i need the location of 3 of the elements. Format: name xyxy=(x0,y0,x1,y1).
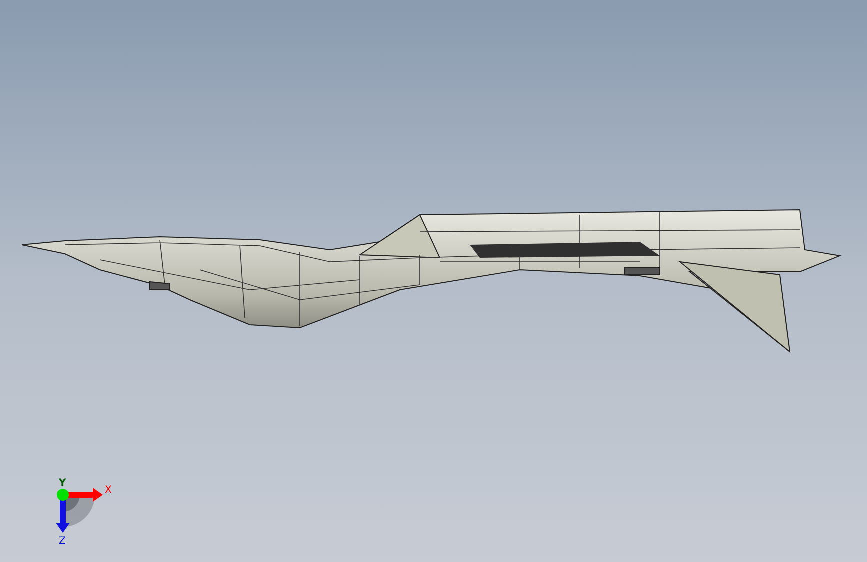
axis-label: Z xyxy=(59,536,66,547)
axis-label: Y xyxy=(59,478,66,489)
axis-label: X xyxy=(105,485,112,496)
